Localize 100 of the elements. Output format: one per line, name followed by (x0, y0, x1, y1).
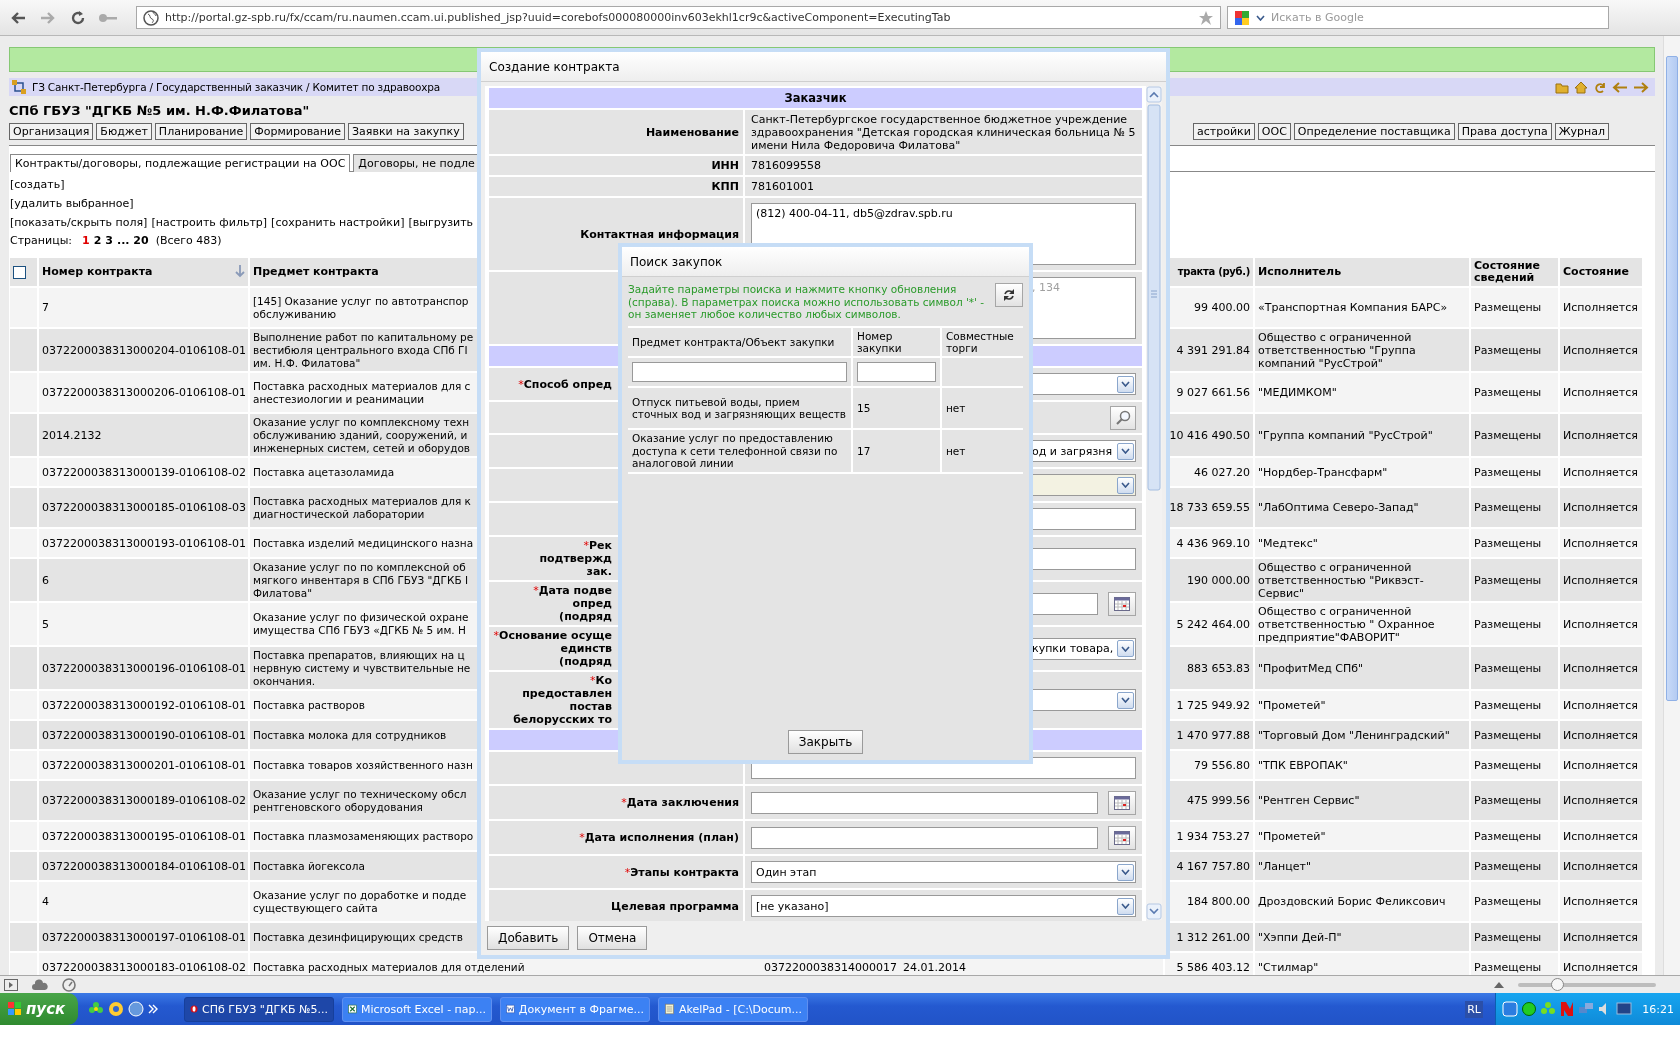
dropdown-button[interactable] (1117, 640, 1134, 657)
row-selector-cell[interactable] (10, 781, 37, 820)
nav-button[interactable]: Права доступа (1457, 123, 1552, 140)
action-link[interactable]: [сохранить настройки] (271, 216, 405, 229)
dropdown-button[interactable] (1117, 375, 1134, 393)
calendar-button[interactable] (1108, 591, 1136, 616)
table-cell[interactable]: 17 (853, 430, 940, 472)
page-link[interactable]: 3 (105, 234, 113, 247)
action-link[interactable]: [удалить выбранное] (10, 197, 134, 210)
action-link[interactable]: [создать] (10, 178, 65, 191)
language-indicator[interactable]: RL (1465, 1000, 1483, 1018)
nav-button[interactable]: Организация (9, 123, 94, 140)
page-link[interactable]: ... 20 (117, 234, 149, 247)
calendar-button[interactable] (1108, 825, 1136, 850)
refresh-button[interactable] (995, 283, 1023, 307)
search-button[interactable] (1110, 405, 1136, 430)
row-selector-cell[interactable] (10, 329, 37, 371)
dropdown-button[interactable] (1117, 691, 1134, 709)
column-header[interactable]: Номер контракта (42, 266, 153, 278)
tab[interactable]: Договоры, не подле (353, 154, 480, 172)
row-selector-cell[interactable] (10, 721, 37, 749)
browser-icon[interactable] (108, 1001, 124, 1017)
row-selector-cell[interactable] (10, 414, 37, 456)
slider-thumb[interactable] (1550, 977, 1564, 991)
sort-arrow-icon[interactable] (235, 263, 245, 278)
close-button[interactable]: Закрыть (787, 730, 864, 754)
column-header[interactable]: Состояние сведений (1471, 258, 1558, 286)
field-label: *Ко предоставлен постав белорусских то (513, 674, 612, 726)
contract-status: Исполняется (1560, 373, 1642, 412)
select-field[interactable]: Один этап (751, 861, 1136, 883)
monitor-icon[interactable] (1616, 1001, 1632, 1017)
taskbar-button[interactable]: AkelPad - [C:\Docum... (658, 996, 808, 1022)
gauge-icon[interactable] (62, 977, 76, 992)
date-field[interactable] (751, 826, 1098, 849)
scroll-thumb[interactable] (1666, 56, 1678, 701)
table-cell[interactable]: Отпуск питьевой воды, прием сточных вод и загрязняющих веществ (628, 388, 851, 428)
nav-button[interactable]: Определение поставщика (1293, 123, 1455, 140)
panel-icon[interactable] (4, 978, 18, 991)
calendar-icon (1114, 795, 1130, 810)
taskbar-button[interactable]: Microsoft Excel - пар... (342, 996, 492, 1022)
table-cell[interactable]: Оказание услуг по предоставлению доступа к сети телефонной связи по аналоговой линии (628, 430, 851, 472)
nav-button[interactable]: Бюджет (96, 123, 152, 140)
chevron-icon[interactable] (148, 1004, 158, 1014)
page-link[interactable]: 1 (82, 234, 90, 247)
action-link[interactable]: [показать/скрыть поля] (10, 216, 148, 229)
caret-icon (1121, 448, 1130, 454)
select-field[interactable]: [не указано] (751, 895, 1136, 917)
row-selector-cell[interactable] (10, 923, 37, 951)
dropdown-button[interactable] (1117, 897, 1134, 915)
info-status: Размещены (1471, 458, 1558, 486)
taskbar-button[interactable]: Документ в Фрагме... (500, 996, 650, 1022)
row-selector-cell[interactable] (10, 488, 37, 527)
dropdown-button[interactable] (1117, 442, 1134, 460)
back-arrow-icon[interactable] (1612, 80, 1628, 94)
star-icon[interactable] (1198, 9, 1214, 26)
up-triangle-icon[interactable] (1494, 982, 1504, 988)
shield-icon[interactable] (1559, 1001, 1575, 1017)
column-header[interactable]: Состояние (1560, 258, 1642, 286)
row-selector-cell[interactable] (10, 559, 37, 601)
nav-button[interactable]: Журнал (1554, 123, 1609, 140)
table-cell[interactable]: нет (942, 388, 1023, 428)
cloud-icon[interactable] (32, 978, 48, 991)
refresh-icon[interactable] (1593, 80, 1607, 94)
dropdown-button[interactable] (1117, 863, 1134, 881)
action-link[interactable]: [настроить фильтр] (151, 216, 268, 229)
nav-button[interactable]: Заявки на закупку (348, 123, 464, 140)
date-field[interactable] (751, 791, 1098, 814)
flower-icon[interactable] (1540, 1001, 1556, 1017)
calendar-button[interactable] (1108, 790, 1136, 815)
folder-icon[interactable] (1555, 80, 1569, 94)
nav-button[interactable]: ООС (1257, 123, 1291, 140)
table-cell[interactable]: нет (942, 430, 1023, 472)
nav-button[interactable]: Планирование (154, 123, 248, 140)
home-icon[interactable] (1574, 80, 1588, 94)
row-selector-cell[interactable] (10, 953, 37, 975)
page-scrollbar[interactable] (1663, 36, 1680, 975)
tab[interactable]: Контракты/договоры, подлежащие регистрации на ООС (10, 154, 351, 172)
row-selector-cell[interactable] (10, 852, 37, 880)
globe-icon[interactable] (128, 1001, 144, 1017)
column-header[interactable]: Исполнитель (1255, 258, 1469, 286)
dialog-scrollbar[interactable] (1146, 86, 1162, 920)
caret-icon (1121, 869, 1130, 875)
dialog-button[interactable]: Отмена (577, 926, 648, 950)
contract-status: Исполняется (1560, 691, 1642, 719)
field-label: КПП (711, 180, 739, 193)
action-link[interactable]: [выгрузить (408, 216, 474, 229)
forward-arrow-icon[interactable] (1633, 80, 1649, 94)
address-bar[interactable]: http://portal.gz-spb.ru/fx/ccam/ru.naumen.ccam.ui.published_jsp?uuid=corebofs000080000inv603ekhl1cr9c&activeComponent=ExecutingTab (136, 6, 1221, 29)
row-selector-cell[interactable] (10, 647, 37, 689)
contract-number: 0372200038313000201-0106108-01 (39, 751, 248, 779)
dialog-button[interactable]: Добавить (487, 926, 570, 950)
table-cell[interactable]: 15 (853, 388, 940, 428)
nav-button[interactable]: Формирование (250, 123, 345, 140)
nav-button[interactable]: астройки (1193, 123, 1255, 140)
field-value: 7816099558 (751, 159, 821, 172)
page-link[interactable]: 2 (93, 234, 102, 247)
select-all-checkbox[interactable] (13, 265, 26, 279)
taskbar-button[interactable]: СПб ГБУЗ "ДГКБ №5... (184, 996, 334, 1022)
executor-name: "Нордбер-Трансфарм" (1255, 458, 1469, 486)
start-button[interactable]: пуск (0, 993, 78, 1025)
